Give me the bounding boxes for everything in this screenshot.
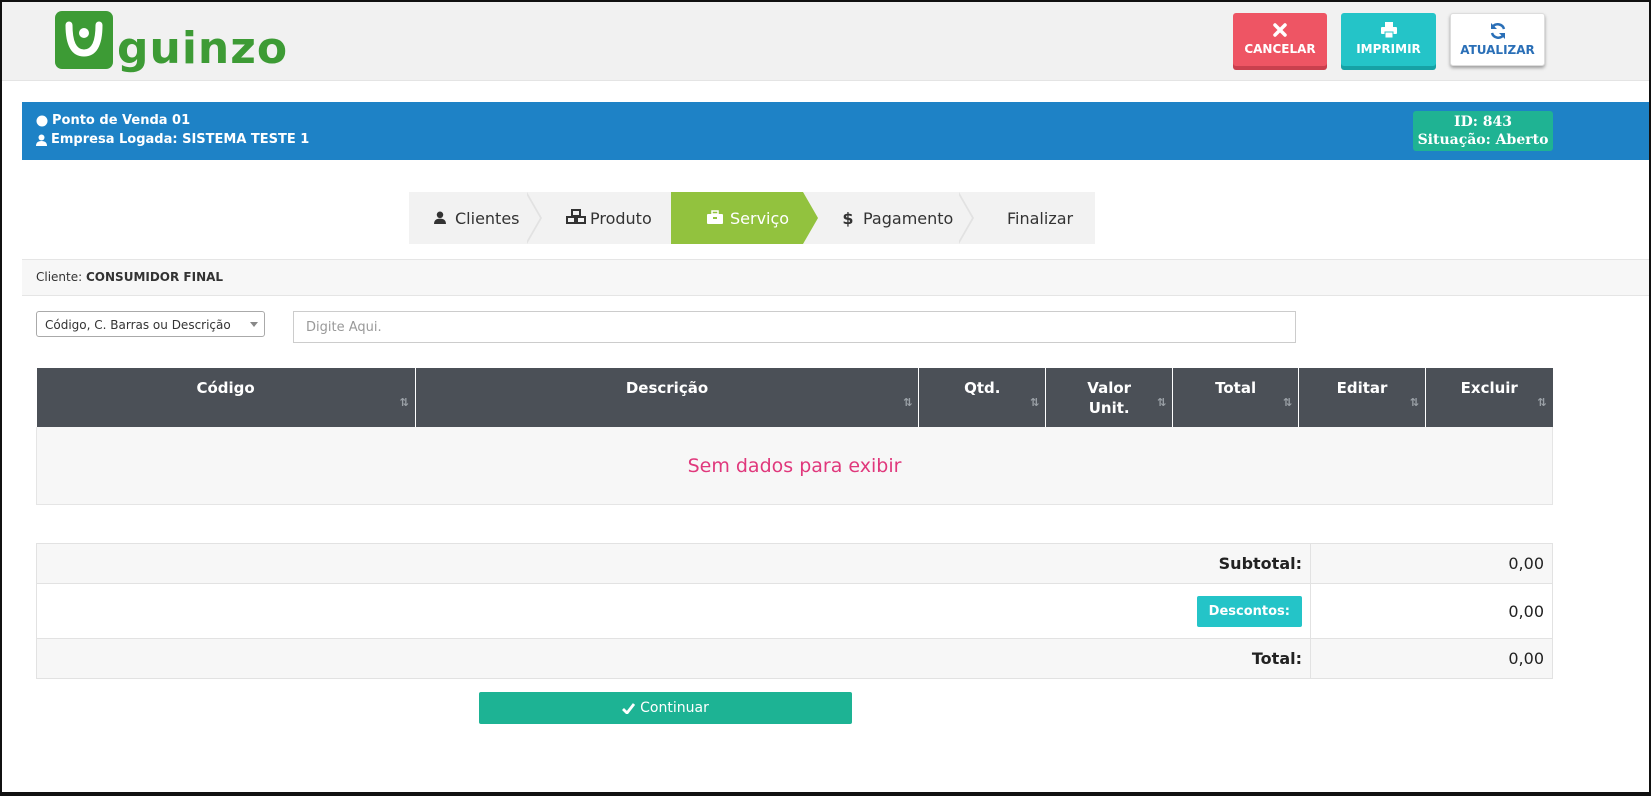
column-header-label: Editar (1336, 379, 1388, 397)
step-label: Clientes (455, 208, 520, 228)
client-label: Cliente: (36, 270, 83, 284)
column-header-label: Descrição (625, 379, 709, 397)
sort-icon: ⇅ (1282, 396, 1293, 409)
printer-icon (1380, 22, 1397, 39)
subtotal-row: Subtotal: 0,00 (36, 543, 1553, 584)
step-label: Produto (590, 208, 652, 228)
cancel-button[interactable]: CANCELAR (1233, 13, 1327, 66)
subtotal-label: Subtotal: (36, 543, 1311, 584)
step-label: Pagamento (863, 208, 954, 228)
total-row: Total: 0,00 (36, 638, 1553, 679)
circle-icon (36, 115, 48, 126)
column-header-label: Valor Unit. (1087, 379, 1132, 417)
company-line: Empresa Logada: SISTEMA TESTE 1 (36, 132, 309, 147)
search-mode-select[interactable]: Código, C. Barras ou Descrição (36, 311, 265, 337)
items-table: Código ⇅ Descrição ⇅ Qtd. ⇅ Valor Unit. ⇅ To… (36, 368, 1553, 505)
status-badge: ID: 843 Situação: Aberto (1413, 111, 1553, 151)
discount-row: Descontos: 0,00 (36, 583, 1553, 639)
totals-table: Subtotal: 0,00 Descontos: 0,00 Total: 0,… (36, 543, 1553, 679)
cubes-icon (566, 208, 586, 228)
client-bar: Cliente: CONSUMIDOR FINAL (22, 259, 1649, 296)
step-separator (657, 192, 671, 244)
logo-mark-icon (55, 11, 113, 69)
column-header-label: Código (196, 379, 255, 397)
sort-icon: ⇅ (1537, 396, 1547, 409)
column-header-label: Total (1215, 379, 1257, 397)
close-icon (1273, 23, 1287, 37)
check-icon (622, 702, 636, 714)
total-label: Total: (36, 638, 1311, 679)
empty-message: Sem dados para exibir (36, 427, 1553, 505)
step-separator (803, 192, 818, 244)
sort-icon: ⇅ (1409, 396, 1419, 409)
refresh-icon (1490, 23, 1505, 39)
briefcase-icon (706, 209, 724, 228)
search-input[interactable] (293, 311, 1296, 343)
total-value: 0,00 (1310, 638, 1553, 679)
table-header-row: Código ⇅ Descrição ⇅ Qtd. ⇅ Valor Unit. ⇅ To… (36, 368, 1553, 427)
step-label: Finalizar (1007, 208, 1074, 228)
column-header-label: Excluir (1460, 379, 1518, 397)
column-header-descricao[interactable]: Descrição ⇅ (415, 368, 920, 427)
step-separator (957, 192, 972, 244)
column-header-label: Qtd. (964, 379, 1001, 397)
sort-icon: ⇅ (1030, 396, 1040, 409)
search-mode-value: Código, C. Barras ou Descrição (45, 318, 231, 332)
step-servico[interactable]: Serviço (706, 192, 789, 244)
continue-label: Continuar (640, 700, 709, 716)
update-button[interactable]: ATUALIZAR (1450, 13, 1545, 66)
step-separator (525, 192, 540, 244)
step-label: Serviço (730, 208, 790, 228)
top-bar: guinzo CANCELAR IMPRIMIR ATUALIZAR (2, 2, 1649, 81)
sale-status: Situação: Aberto (1417, 132, 1549, 148)
table-empty-row: Sem dados para exibir (36, 427, 1553, 505)
user-icon (431, 209, 449, 228)
dollar-icon: $ (842, 208, 854, 228)
app-window: guinzo CANCELAR IMPRIMIR ATUALIZAR Ponto… (0, 0, 1651, 796)
sort-icon: ⇅ (903, 396, 913, 409)
print-button-label: IMPRIMIR (1356, 42, 1421, 56)
column-header-codigo[interactable]: Código ⇅ (36, 368, 416, 427)
column-header-excluir[interactable]: Excluir ⇅ (1425, 368, 1553, 427)
user-icon (36, 134, 47, 146)
continue-button[interactable]: Continuar (479, 692, 852, 724)
pos-name: Ponto de Venda 01 (52, 113, 191, 128)
column-header-total[interactable]: Total ⇅ (1172, 368, 1300, 427)
discount-label-cell: Descontos: (36, 583, 1311, 639)
column-header-valor-unit[interactable]: Valor Unit. ⇅ (1045, 368, 1174, 427)
chevron-down-icon (250, 322, 258, 327)
company-name: Empresa Logada: SISTEMA TESTE 1 (51, 132, 310, 147)
update-button-label: ATUALIZAR (1460, 43, 1535, 57)
subtotal-value: 0,00 (1310, 543, 1553, 584)
discount-button[interactable]: Descontos: (1196, 595, 1302, 627)
step-produto[interactable]: Produto (566, 192, 652, 244)
discount-value: 0,00 (1310, 583, 1553, 639)
cancel-button-label: CANCELAR (1244, 42, 1316, 56)
pos-line: Ponto de Venda 01 (36, 113, 190, 128)
session-info-bar: Ponto de Venda 01 Empresa Logada: SISTEM… (22, 102, 1649, 160)
column-header-editar[interactable]: Editar ⇅ (1298, 368, 1426, 427)
wizard-steps: Clientes Produto Serviço $ Pagamento Fin… (409, 192, 1095, 244)
step-pagamento[interactable]: $ Pagamento (839, 192, 953, 244)
step-finalizar[interactable]: Finalizar (1007, 192, 1073, 244)
sale-id: ID: 843 (1454, 114, 1512, 130)
print-button[interactable]: IMPRIMIR (1341, 13, 1436, 66)
column-header-qtd[interactable]: Qtd. ⇅ (918, 368, 1047, 427)
step-clientes[interactable]: Clientes (431, 192, 520, 244)
sort-icon: ⇅ (399, 396, 409, 409)
logo-text: guinzo (117, 23, 289, 74)
client-value: CONSUMIDOR FINAL (86, 270, 224, 284)
sort-icon: ⇅ (1156, 396, 1167, 409)
